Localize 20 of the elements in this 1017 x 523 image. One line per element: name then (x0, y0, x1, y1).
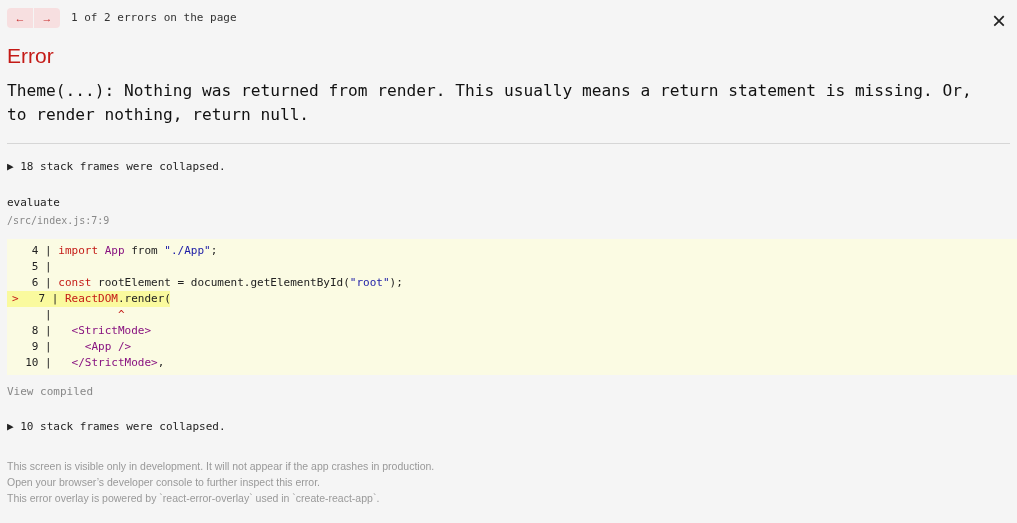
function-name: evaluate (7, 194, 61, 211)
code-line: | ^ (44, 307, 126, 323)
footer-note: Open your browser’s developer console to further inspect this error. (7, 475, 322, 489)
code-line: 9 | <App /> (30, 339, 133, 355)
error-message: Theme(...): Nothing was returned from render. This usually means a return statement is missing. Or, to render nothing, return null. (7, 80, 973, 126)
code-line: 4 | import App from "./App"; (30, 243, 219, 259)
error-counter: 1 of 2 errors on the page (71, 9, 237, 26)
file-location: /src/index.js:7:9 (7, 214, 111, 228)
next-error-button[interactable]: → (34, 8, 60, 28)
footer-note: This screen is visible only in development. It will not appear if the app crashes in production. (7, 459, 436, 473)
error-title: Error (7, 43, 55, 69)
previous-error-button[interactable]: ← (7, 8, 33, 28)
code-line: 5 | (30, 259, 53, 275)
close-button[interactable]: × (992, 11, 1006, 31)
code-line: 6 | const rootElement = document.getElementById("root"); (30, 275, 404, 291)
collapsed-frames-toggle[interactable]: ▶ 10 stack frames were collapsed. (7, 418, 1010, 435)
collapsed-frames-toggle[interactable]: ▶ 18 stack frames were collapsed. (7, 159, 1010, 176)
code-line: 8 | <StrictMode> (30, 323, 153, 339)
footer-note: This error overlay is powered by `react-error-overlay` used in `create-react-app`. (7, 491, 381, 505)
code-line: 10 | </StrictMode>, (24, 355, 166, 371)
